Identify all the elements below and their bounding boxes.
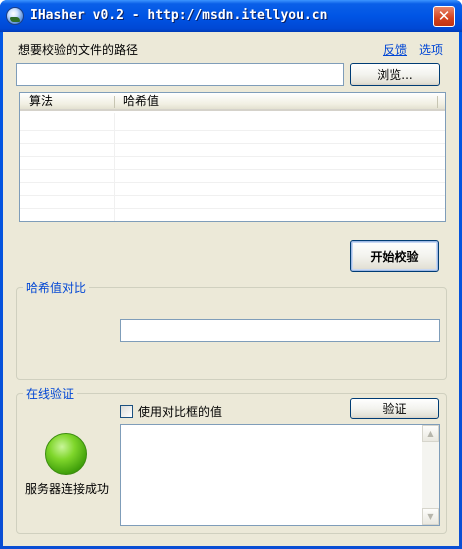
online-verify-title: 在线验证 <box>23 385 78 402</box>
app-window: IHasher v0.2 - http://msdn.itellyou.cn ✕… <box>0 0 462 549</box>
vertical-scrollbar[interactable]: ▲ ▼ <box>422 425 439 525</box>
use-compare-checkbox[interactable] <box>120 405 133 418</box>
column-header-algorithm[interactable]: 算法 <box>20 93 114 111</box>
client-area: 想要校验的文件的路径 反馈 选项 浏览... 算法 哈希值 开始校验 哈希值对比… <box>3 32 459 546</box>
hash-result-list[interactable]: 算法 哈希值 <box>19 92 446 222</box>
start-verify-button[interactable]: 开始校验 <box>350 240 439 272</box>
verify-button[interactable]: 验证 <box>350 398 439 419</box>
grid-line <box>20 195 445 196</box>
scroll-up-arrow-icon[interactable]: ▲ <box>422 425 439 442</box>
window-title: IHasher v0.2 - http://msdn.itellyou.cn <box>30 8 328 23</box>
list-header: 算法 哈希值 <box>20 93 445 111</box>
browse-button[interactable]: 浏览... <box>350 63 440 86</box>
connection-status-text: 服务器连接成功 <box>25 482 110 496</box>
column-divider[interactable] <box>437 96 438 108</box>
grid-line <box>20 143 445 144</box>
grid-line <box>20 182 445 183</box>
file-path-label: 想要校验的文件的路径 <box>18 43 139 57</box>
hash-compare-input[interactable] <box>120 319 440 342</box>
grid-line <box>20 208 445 209</box>
close-button[interactable]: ✕ <box>433 6 455 27</box>
file-path-input[interactable] <box>16 63 344 86</box>
title-bar[interactable]: IHasher v0.2 - http://msdn.itellyou.cn ✕ <box>0 0 462 32</box>
connection-status-icon <box>45 433 87 475</box>
verify-result-textarea[interactable]: ▲ ▼ <box>120 424 440 526</box>
use-compare-label[interactable]: 使用对比框的值 <box>138 403 222 420</box>
globe-icon <box>6 7 24 25</box>
grid-line <box>20 156 445 157</box>
options-link[interactable]: 选项 <box>419 41 443 58</box>
grid-line <box>20 130 445 131</box>
feedback-link[interactable]: 反馈 <box>383 41 407 58</box>
hash-compare-title: 哈希值对比 <box>23 279 90 296</box>
column-header-hash[interactable]: 哈希值 <box>114 93 436 111</box>
grid-line <box>20 169 445 170</box>
scroll-down-arrow-icon[interactable]: ▼ <box>422 508 439 525</box>
